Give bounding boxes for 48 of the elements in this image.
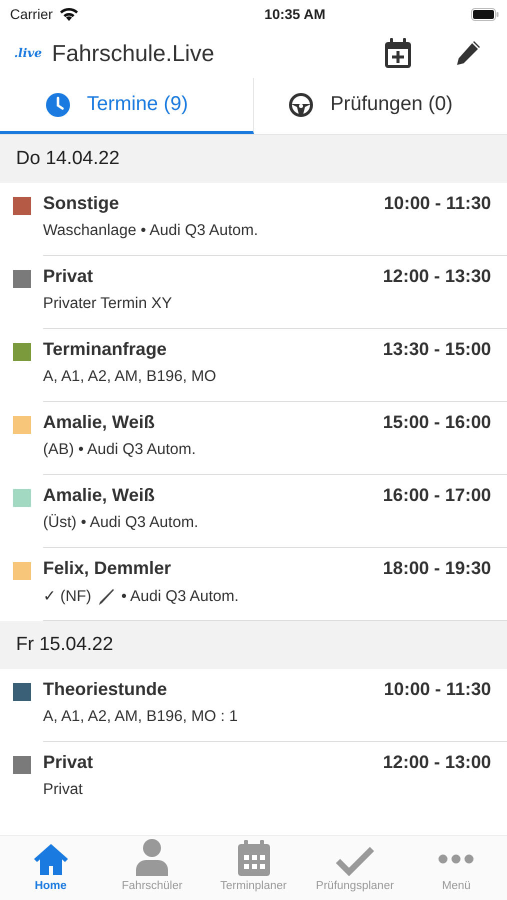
steering-wheel-icon xyxy=(288,92,314,118)
person-icon xyxy=(135,838,170,876)
tab-bar-item[interactable]: Menü xyxy=(406,836,507,900)
appointment-time: 12:00 - 13:30 xyxy=(382,266,491,287)
home-icon xyxy=(32,842,70,876)
app-title: Fahrschule.Live xyxy=(52,40,216,66)
pen-icon xyxy=(97,588,116,606)
appointment-details: (Üst) • Audi Q3 Autom. xyxy=(43,514,198,532)
appointment-details: • Audi Q3 Autom. xyxy=(121,588,239,606)
appointment-title: Privat xyxy=(43,752,94,773)
appointment-time: 18:00 - 19:30 xyxy=(382,558,491,579)
date-header: Fr 15.04.22 xyxy=(0,621,507,669)
app-logo: .live xyxy=(14,46,42,60)
checkmark-icon xyxy=(334,846,375,876)
appointment-title: Felix, Demmler xyxy=(43,558,172,579)
tab-bar-item[interactable]: Home xyxy=(0,836,102,900)
appointment-title: Theoriestunde xyxy=(43,679,168,700)
wifi-icon xyxy=(58,7,79,21)
date-header: Do 14.04.22 xyxy=(0,135,507,183)
carrier-label: Carrier xyxy=(10,6,53,22)
appointment-title: Amalie, Weiß xyxy=(43,485,155,506)
appointment-title: Sonstige xyxy=(43,193,120,214)
appointment-title: Amalie, Weiß xyxy=(43,412,155,433)
battery-icon xyxy=(470,8,499,20)
segment-tab[interactable]: Termine (9) xyxy=(0,78,254,134)
appointment-time: 10:00 - 11:30 xyxy=(384,679,491,700)
appointment-details: (AB) • Audi Q3 Autom. xyxy=(43,441,196,459)
appointment-time: 12:00 - 13:00 xyxy=(382,752,491,773)
appointment-details: Privater Termin XY xyxy=(43,295,172,313)
appointment-time: 13:30 - 15:00 xyxy=(382,339,491,360)
appointment-details: Waschanlage • Audi Q3 Autom. xyxy=(43,222,258,240)
more-icon xyxy=(438,854,474,864)
appointment-title: Privat xyxy=(43,266,94,287)
appointment-time: 10:00 - 11:30 xyxy=(384,193,491,214)
appointment-details: Privat xyxy=(43,781,83,799)
appointment-details: A, A1, A2, AM, B196, MO xyxy=(43,368,216,386)
appointment-title: Terminanfrage xyxy=(43,339,167,360)
appointment-time: 16:00 - 17:00 xyxy=(382,485,491,506)
clock-time: 10:35 AM xyxy=(264,6,326,22)
appointment-details: ✓ (NF) xyxy=(43,587,92,606)
tab-bar-item[interactable]: Terminplaner xyxy=(202,836,304,900)
appointment-details: A, A1, A2, AM, B196, MO : 1 xyxy=(43,708,238,726)
clock-icon xyxy=(44,92,71,118)
tab-bar-item[interactable]: Prüfungsplaner xyxy=(304,836,406,900)
calendar-icon xyxy=(236,840,271,876)
appointment-time: 15:00 - 16:00 xyxy=(382,412,491,433)
tab-bar-item[interactable]: Fahrschüler xyxy=(101,836,203,900)
calendar-add-icon[interactable] xyxy=(383,37,413,69)
